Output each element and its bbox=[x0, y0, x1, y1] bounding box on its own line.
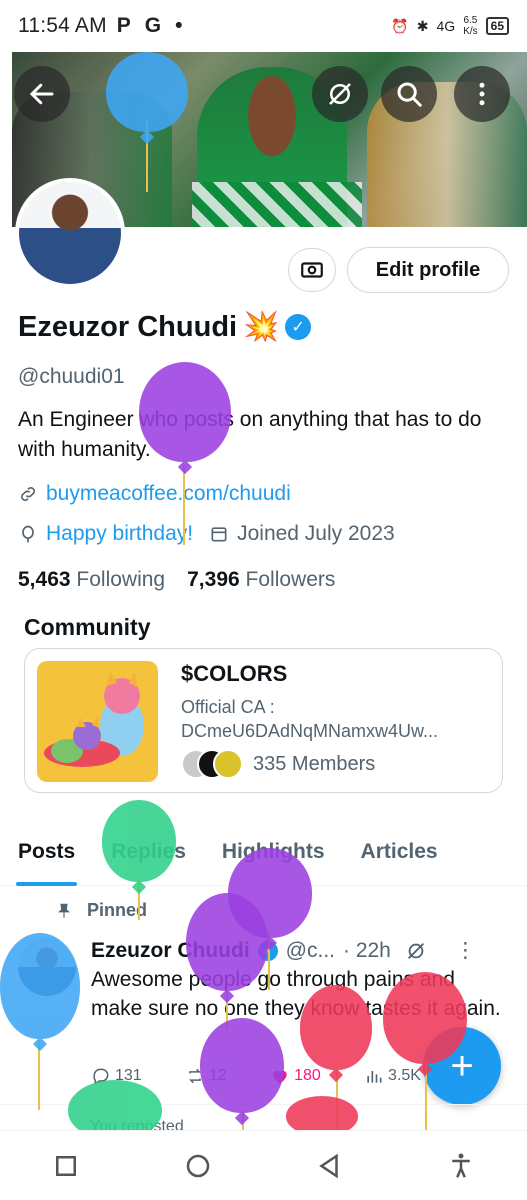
bluetooth-icon: ✱ bbox=[416, 17, 429, 34]
rainbow-cats-illustration bbox=[44, 671, 144, 767]
network-speed: 6.5 K/s bbox=[463, 15, 477, 37]
follow-stats: 5,463 Following 7,396 Followers bbox=[18, 568, 335, 592]
view-count: 3.5K bbox=[388, 1067, 421, 1084]
display-name: Ezeuzor Chuudi bbox=[18, 310, 238, 343]
back-arrow-icon bbox=[29, 83, 54, 105]
android-nav-bar bbox=[0, 1130, 527, 1200]
profile-handle: @chuudi01 bbox=[18, 365, 125, 388]
community-image bbox=[37, 661, 158, 782]
followers-label: Followers bbox=[245, 568, 336, 591]
profile-name: Ezeuzor Chuudi 💥 ✓ bbox=[18, 310, 312, 344]
system-indicators: ⏰ ✱ 4G 6.5 K/s 65 bbox=[391, 15, 509, 37]
home-icon[interactable] bbox=[183, 1151, 213, 1181]
link-icon bbox=[21, 487, 35, 501]
pin-icon bbox=[58, 903, 70, 918]
speed-unit: K/s bbox=[463, 26, 478, 37]
tab-posts[interactable]: Posts bbox=[0, 818, 93, 886]
community-heading: Community bbox=[24, 614, 151, 640]
balloon-purple bbox=[200, 1018, 284, 1113]
balloon-blue bbox=[106, 52, 188, 132]
edit-profile-button[interactable]: Edit profile bbox=[347, 247, 509, 293]
balloon-red bbox=[383, 972, 467, 1064]
community-description: Official CA : DCmeU6DAdNqMNamxw4Uw... bbox=[181, 695, 438, 743]
battery-icon: 65 bbox=[485, 17, 509, 35]
more-icon bbox=[479, 82, 485, 106]
profile-avatar[interactable] bbox=[15, 178, 125, 288]
balloon-purple bbox=[186, 893, 268, 991]
pinned-indicator: Pinned bbox=[55, 900, 147, 921]
profile-link-row: buymeacoffee.com/chuudi bbox=[18, 482, 291, 506]
search-button[interactable] bbox=[381, 66, 437, 122]
subscription-button[interactable] bbox=[288, 248, 336, 292]
tab-articles[interactable]: Articles bbox=[343, 818, 456, 886]
money-icon bbox=[301, 262, 323, 278]
community-card[interactable]: $COLORS Official CA : DCmeU6DAdNqMNamxw4… bbox=[24, 648, 503, 793]
g-notification-icon: G bbox=[144, 14, 162, 37]
member-avatar bbox=[213, 749, 243, 779]
post-time: · 22h bbox=[343, 938, 391, 962]
following-label: Following bbox=[76, 568, 166, 591]
profile-bio: An Engineer who posts on anything that h… bbox=[18, 408, 482, 461]
views-icon bbox=[367, 1071, 382, 1083]
post-more-icon[interactable]: ⋮ bbox=[455, 938, 476, 963]
followers-count: 7,396 bbox=[187, 568, 240, 591]
collision-emoji: 💥 bbox=[243, 311, 280, 343]
notification-icons: P G • bbox=[117, 14, 183, 38]
grok-button[interactable] bbox=[312, 66, 368, 122]
balloon-red bbox=[300, 985, 372, 1070]
following-link[interactable]: 5,463 Following bbox=[18, 568, 165, 592]
grok-icon bbox=[329, 83, 351, 105]
profile-website-link[interactable]: buymeacoffee.com/chuudi bbox=[46, 482, 291, 506]
member-avatars bbox=[181, 749, 243, 779]
balloon-purple bbox=[139, 362, 231, 462]
verified-badge-icon[interactable]: ✓ bbox=[285, 314, 312, 340]
alarm-icon: ⏰ bbox=[391, 17, 409, 34]
status-time: 11:54 AM bbox=[18, 14, 107, 37]
community-desc-line2: DCmeU6DAdNqMNamxw4Uw... bbox=[181, 721, 439, 741]
member-count: 335 Members bbox=[253, 752, 376, 775]
community-members: 335 Members bbox=[181, 749, 375, 779]
views-button[interactable]: 3.5K bbox=[364, 1066, 421, 1086]
post-author-handle: @c... bbox=[285, 938, 335, 962]
battery-level: 65 bbox=[490, 19, 504, 33]
search-icon bbox=[397, 82, 422, 107]
followers-link[interactable]: 7,396 Followers bbox=[187, 568, 335, 592]
recents-icon[interactable] bbox=[51, 1151, 81, 1181]
post-header: Ezeuzor Chuudi ✓ @c... · 22h ⋮ bbox=[91, 938, 476, 963]
birthday-link[interactable]: Happy birthday! bbox=[46, 522, 193, 546]
speed-value: 6.5 bbox=[463, 15, 478, 26]
more-button[interactable] bbox=[454, 66, 510, 122]
balloon-string bbox=[183, 465, 185, 545]
status-bar: 11:54 AM P G • ⏰ ✱ 4G 6.5 K/s 65 bbox=[0, 0, 527, 52]
community-desc-line1: Official CA : bbox=[181, 697, 275, 717]
p-notification-icon: P bbox=[116, 14, 131, 37]
balloon-green bbox=[102, 800, 176, 882]
back-icon[interactable] bbox=[314, 1151, 344, 1181]
community-name: $COLORS bbox=[181, 661, 288, 686]
profile-meta-row: Happy birthday! Joined July 2023 bbox=[18, 522, 395, 546]
following-count: 5,463 bbox=[18, 568, 71, 591]
back-button[interactable] bbox=[14, 66, 70, 122]
grok-icon[interactable] bbox=[405, 940, 427, 962]
dot-notification-icon: • bbox=[175, 14, 183, 37]
calendar-icon bbox=[211, 527, 227, 542]
balloon-icon bbox=[22, 525, 34, 543]
like-count: 180 bbox=[294, 1067, 321, 1084]
joined-date: Joined July 2023 bbox=[237, 522, 395, 545]
accessibility-icon[interactable] bbox=[446, 1151, 476, 1181]
network-label: 4G bbox=[436, 18, 456, 34]
banner-jersey bbox=[192, 182, 362, 227]
balloon-blue bbox=[0, 933, 80, 1039]
